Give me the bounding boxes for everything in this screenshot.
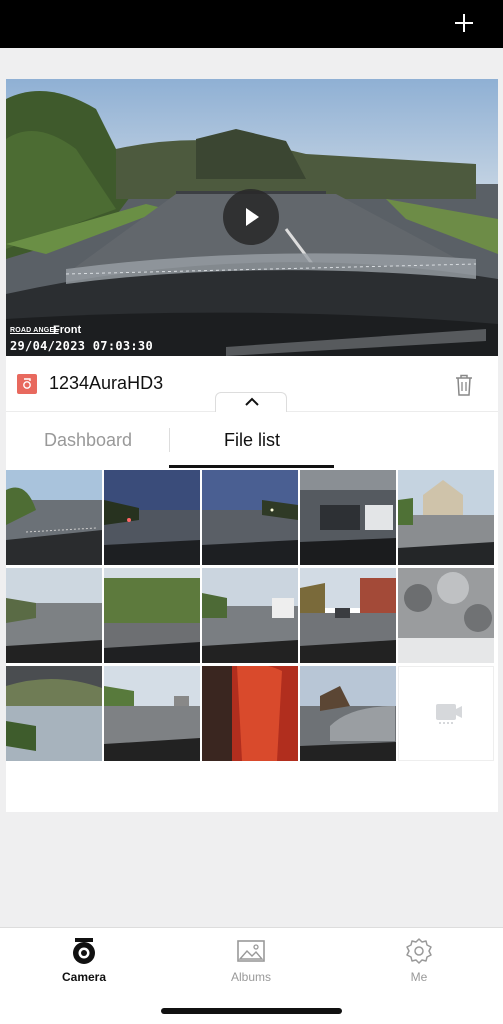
file-thumbnail[interactable] [300,568,396,663]
file-thumbnail[interactable] [6,470,102,565]
file-thumbnail[interactable] [202,568,298,663]
file-thumbnail[interactable] [398,470,494,565]
nav-albums-label: Albums [230,970,271,984]
file-thumbnail[interactable] [104,666,200,761]
device-panel: 1234AuraHD3 Dashboard File list [6,356,498,812]
active-tab-indicator [169,465,334,468]
camera-device-icon [17,374,37,394]
file-thumbnail-placeholder[interactable] [398,666,494,761]
tab-dashboard[interactable]: Dashboard [6,412,170,468]
video-placeholder-icon [436,704,462,724]
gear-icon [406,938,432,964]
file-thumbnail[interactable] [300,470,396,565]
play-icon [246,208,259,226]
overlay-brand: ROAD ANGEL [10,327,59,334]
file-thumbnail[interactable] [300,666,396,761]
file-thumbnail[interactable] [6,568,102,663]
file-thumbnail[interactable] [104,568,200,663]
nav-me[interactable]: Me [335,928,503,998]
file-thumbnail[interactable] [202,470,298,565]
nav-albums[interactable]: Albums [167,928,335,998]
plus-icon[interactable] [449,9,479,39]
tab-bar: Dashboard File list [6,412,498,468]
trash-icon[interactable] [454,373,474,397]
albums-icon [237,940,265,962]
play-button[interactable] [223,189,279,245]
collapse-toggle[interactable] [215,392,287,412]
top-bar [0,0,503,48]
device-name: 1234AuraHD3 [49,373,164,393]
overlay-camera-label: Front [53,324,82,336]
nav-camera[interactable]: Camera [0,928,168,998]
video-player[interactable]: ROAD ANGEL Front 29/04/2023 07:03:30 [6,79,498,356]
device-row: 1234AuraHD3 [6,356,498,412]
file-thumbnail[interactable] [398,568,494,663]
file-thumbnail[interactable] [202,666,298,761]
file-thumbnail[interactable] [104,470,200,565]
tab-file-list[interactable]: File list [170,412,334,468]
overlay-timestamp: 29/04/2023 07:03:30 [10,339,153,353]
file-thumbnail[interactable] [6,666,102,761]
home-indicator [161,1008,342,1014]
nav-me-label: Me [410,970,428,984]
nav-camera-label: Camera [61,970,107,984]
chevron-up-icon [245,397,259,406]
camera-icon [73,938,95,964]
